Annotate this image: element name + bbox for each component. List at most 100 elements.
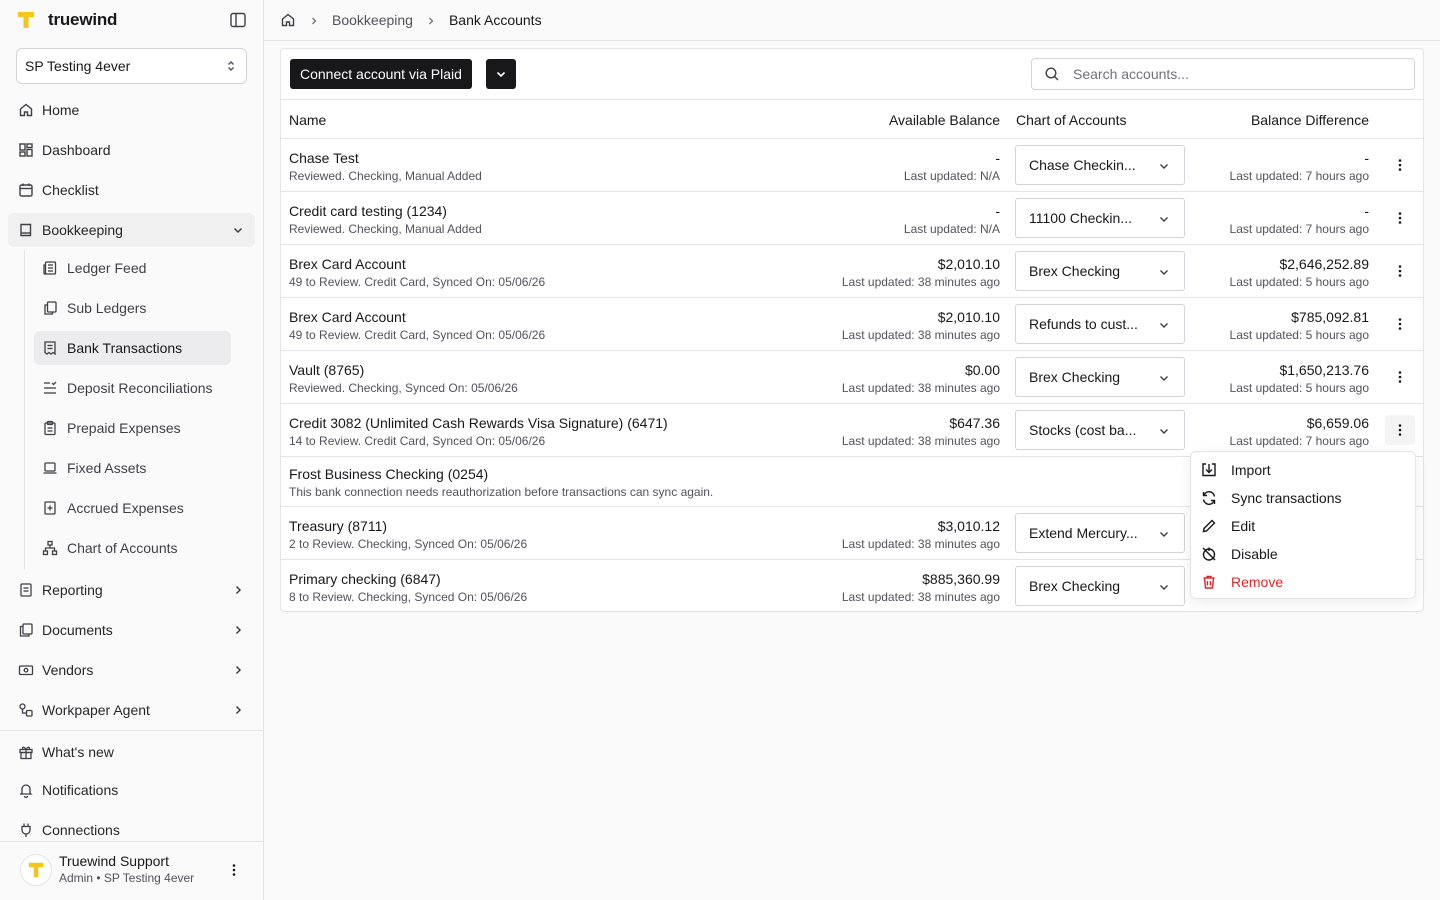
nav-reporting-label: Reporting (42, 582, 103, 598)
coa-value: Brex Checking (1029, 263, 1121, 279)
menu-edit[interactable]: Edit (1191, 512, 1415, 540)
breadcrumb-bookkeeping[interactable]: Bookkeeping (332, 12, 413, 28)
subnav-guide (24, 250, 25, 570)
nav-dashboard[interactable]: Dashboard (8, 133, 255, 167)
sidebar-divider (0, 841, 264, 842)
nav-documents[interactable]: Documents (8, 613, 255, 647)
account-status: 2 to Review. Checking, Synced On: 05/06/… (289, 537, 528, 551)
connect-plaid-button[interactable]: Connect account via Plaid (290, 59, 472, 89)
home-icon[interactable] (280, 12, 296, 28)
more-vertical-icon[interactable] (226, 862, 242, 878)
nav-home[interactable]: Home (8, 93, 255, 127)
plug-icon (18, 822, 34, 838)
column-name[interactable]: Name (289, 112, 326, 128)
account-status: Reviewed. Checking, Manual Added (289, 169, 482, 183)
nav-documents-label: Documents (42, 622, 113, 638)
brand[interactable]: truewind (16, 8, 117, 32)
brand-name: truewind (48, 10, 118, 29)
menu-import[interactable]: Import (1191, 456, 1415, 484)
truewind-logo-icon (16, 10, 36, 30)
table-row[interactable]: Chase Test Reviewed. Checking, Manual Add… (281, 139, 1423, 192)
sidebar-item-label: Accrued Expenses (67, 500, 184, 516)
nav-vendors[interactable]: Vendors (8, 653, 255, 687)
avatar (20, 854, 52, 886)
menu-edit-label: Edit (1231, 518, 1256, 534)
sidebar-divider (0, 730, 264, 731)
nav-reporting[interactable]: Reporting (8, 573, 255, 607)
refresh-icon (1201, 490, 1217, 506)
search-box[interactable] (1031, 58, 1415, 90)
organization-select[interactable]: SP Testing 4ever (16, 48, 247, 84)
nav-workpaper-agent-label: Workpaper Agent (42, 702, 150, 718)
sidebar-toggle-icon[interactable] (229, 11, 247, 29)
column-chart-of-accounts[interactable]: Chart of Accounts (1016, 112, 1127, 128)
sidebar-item-sub-ledgers[interactable]: Sub Ledgers (34, 291, 231, 325)
report-icon (18, 582, 34, 598)
table-row[interactable]: Credit card testing (1234) Reviewed. Chec… (281, 192, 1423, 245)
row-actions-button[interactable] (1385, 203, 1415, 233)
nav-bookkeeping[interactable]: Bookkeeping (8, 213, 255, 247)
nav-notifications[interactable]: Notifications (8, 773, 255, 807)
row-actions-button[interactable] (1385, 309, 1415, 339)
chart-of-accounts-select[interactable]: Brex Checking (1015, 251, 1185, 291)
table-row[interactable]: Brex Card Account 49 to Review. Credit Ca… (281, 298, 1423, 351)
sidebar-item-fixed-assets[interactable]: Fixed Assets (34, 451, 231, 485)
nav-whats-new[interactable]: What's new (8, 735, 255, 769)
column-available-balance[interactable]: Available Balance (889, 112, 1000, 128)
gift-icon (18, 744, 34, 760)
table-row[interactable]: Credit 3082 (Unlimited Cash Rewards Visa… (281, 404, 1423, 457)
chevron-down-icon (1158, 265, 1170, 277)
sidebar-item-bank-transactions[interactable]: Bank Transactions (34, 331, 231, 365)
sidebar-item-accrued-expenses[interactable]: Accrued Expenses (34, 491, 231, 525)
row-actions-button[interactable] (1385, 415, 1415, 445)
account-name: Primary checking (6847) (289, 571, 441, 587)
chart-of-accounts-select[interactable]: Stocks (cost ba... (1015, 410, 1185, 450)
chart-of-accounts-select[interactable]: Brex Checking (1015, 566, 1185, 606)
sidebar-item-label: Bank Transactions (67, 340, 183, 356)
sidebar-item-prepaid-expenses[interactable]: Prepaid Expenses (34, 411, 231, 445)
balance-difference: $2,646,252.89 (1279, 256, 1369, 272)
connect-options-button[interactable] (486, 59, 516, 89)
organization-name: SP Testing 4ever (25, 58, 131, 74)
table-row[interactable]: Brex Card Account 49 to Review. Credit Ca… (281, 245, 1423, 298)
list-check-icon (42, 380, 58, 396)
more-vertical-icon (1392, 422, 1408, 438)
chart-of-accounts-select[interactable]: Brex Checking (1015, 357, 1185, 397)
row-actions-button[interactable] (1385, 150, 1415, 180)
chart-of-accounts-select[interactable]: Chase Checkin... (1015, 145, 1185, 185)
sidebar-item-ledger-feed[interactable]: Ledger Feed (34, 251, 231, 285)
difference-updated: Last updated: 7 hours ago (1229, 222, 1369, 236)
available-balance: - (995, 150, 1000, 166)
column-balance-difference[interactable]: Balance Difference (1251, 112, 1369, 128)
menu-sync-transactions[interactable]: Sync transactions (1191, 484, 1415, 512)
available-balance: $2,010.10 (937, 256, 1000, 272)
available-balance: $2,010.10 (937, 309, 1000, 325)
sidebar-item-deposit-reconciliations[interactable]: Deposit Reconciliations (34, 371, 231, 405)
nav-checklist[interactable]: Checklist (8, 173, 255, 207)
menu-disable[interactable]: Disable (1191, 540, 1415, 568)
nav-workpaper-agent[interactable]: Workpaper Agent (8, 693, 255, 727)
sidebar-item-label: Deposit Reconciliations (67, 380, 213, 396)
table-row[interactable]: Vault (8765) Reviewed. Checking, Synced O… (281, 351, 1423, 404)
balance-updated: Last updated: 38 minutes ago (841, 275, 1000, 289)
chart-of-accounts-select[interactable]: 11100 Checkin... (1015, 198, 1185, 238)
more-vertical-icon (1392, 157, 1408, 173)
coa-value: Extend Mercury... (1029, 525, 1138, 541)
row-actions-button[interactable] (1385, 256, 1415, 286)
user-profile[interactable]: Truewind Support Admin • SP Testing 4eve… (20, 852, 250, 888)
available-balance: $0.00 (964, 362, 1000, 378)
chevron-up-down-icon (224, 59, 238, 73)
chart-of-accounts-select[interactable]: Extend Mercury... (1015, 513, 1185, 553)
search-input[interactable] (1073, 66, 1393, 82)
account-name: Treasury (8711) (289, 518, 388, 534)
sidebar-item-chart-of-accounts[interactable]: Chart of Accounts (34, 531, 231, 565)
file-plus-icon (42, 500, 58, 516)
menu-remove[interactable]: Remove (1191, 568, 1415, 596)
dashboard-icon (18, 142, 34, 158)
user-role: Admin • SP Testing 4ever (59, 871, 195, 885)
chart-of-accounts-select[interactable]: Refunds to cust... (1015, 304, 1185, 344)
balance-updated: Last updated: N/A (903, 169, 1000, 183)
difference-updated: Last updated: 5 hours ago (1229, 381, 1369, 395)
available-balance: $3,010.12 (937, 518, 1000, 534)
row-actions-button[interactable] (1385, 362, 1415, 392)
